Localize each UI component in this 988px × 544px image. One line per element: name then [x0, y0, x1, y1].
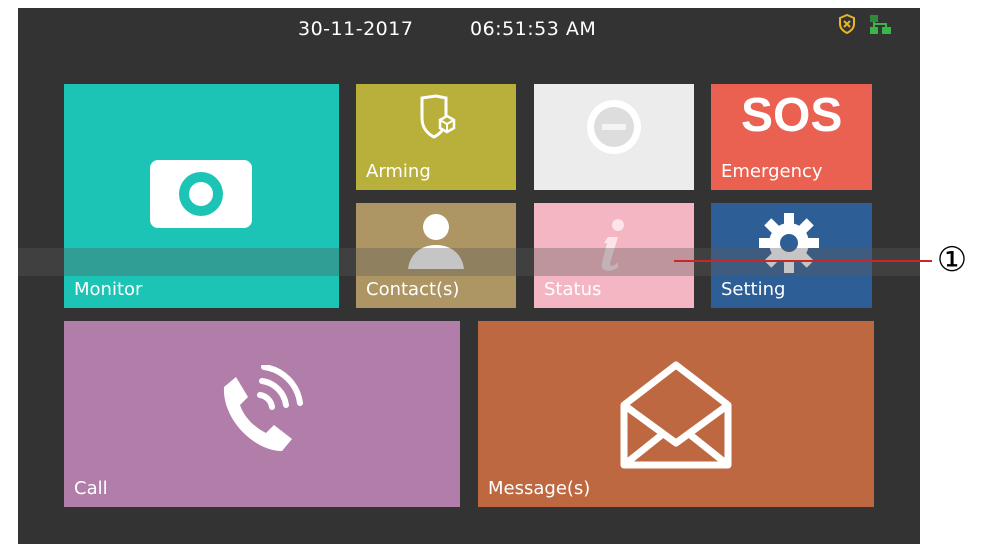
callout-number: ① [936, 240, 968, 280]
monitor-tile[interactable]: Monitor [64, 84, 339, 308]
date-display: 30-11-2017 [298, 18, 414, 40]
info-icon [601, 219, 624, 271]
emergency-label: Emergency [721, 161, 823, 182]
setting-label: Setting [721, 279, 786, 300]
messages-label: Message(s) [488, 478, 591, 499]
call-tile[interactable]: Call [64, 321, 460, 507]
emergency-tile[interactable]: SOS Emergency [711, 84, 872, 190]
intercom-screen: 30-11-2017 06:51:53 AM Monitor Arming SO… [18, 8, 920, 544]
monitor-label: Monitor [74, 279, 143, 300]
arming-tile[interactable]: Arming [356, 84, 516, 190]
envelope-icon [620, 361, 732, 469]
sos-icon: SOS [741, 89, 843, 142]
camera-icon [150, 160, 252, 228]
callout-line [674, 260, 932, 262]
status-tile[interactable]: Status [534, 203, 694, 308]
gear-icon [759, 213, 819, 273]
do-not-disturb-icon [587, 100, 641, 154]
messages-tile[interactable]: Message(s) [478, 321, 874, 507]
contacts-tile[interactable]: Contact(s) [356, 203, 516, 308]
arming-shield-icon [838, 13, 856, 38]
person-icon [408, 214, 464, 269]
setting-tile[interactable]: Setting [711, 203, 872, 308]
status-label: Status [544, 279, 602, 300]
contacts-label: Contact(s) [366, 279, 460, 300]
shield-icon [420, 94, 456, 139]
network-icon [868, 14, 894, 40]
call-label: Call [74, 478, 108, 499]
time-display: 06:51:53 AM [470, 18, 597, 40]
arming-label: Arming [366, 161, 431, 182]
do-not-disturb-tile[interactable] [534, 84, 694, 190]
phone-icon [223, 365, 303, 451]
